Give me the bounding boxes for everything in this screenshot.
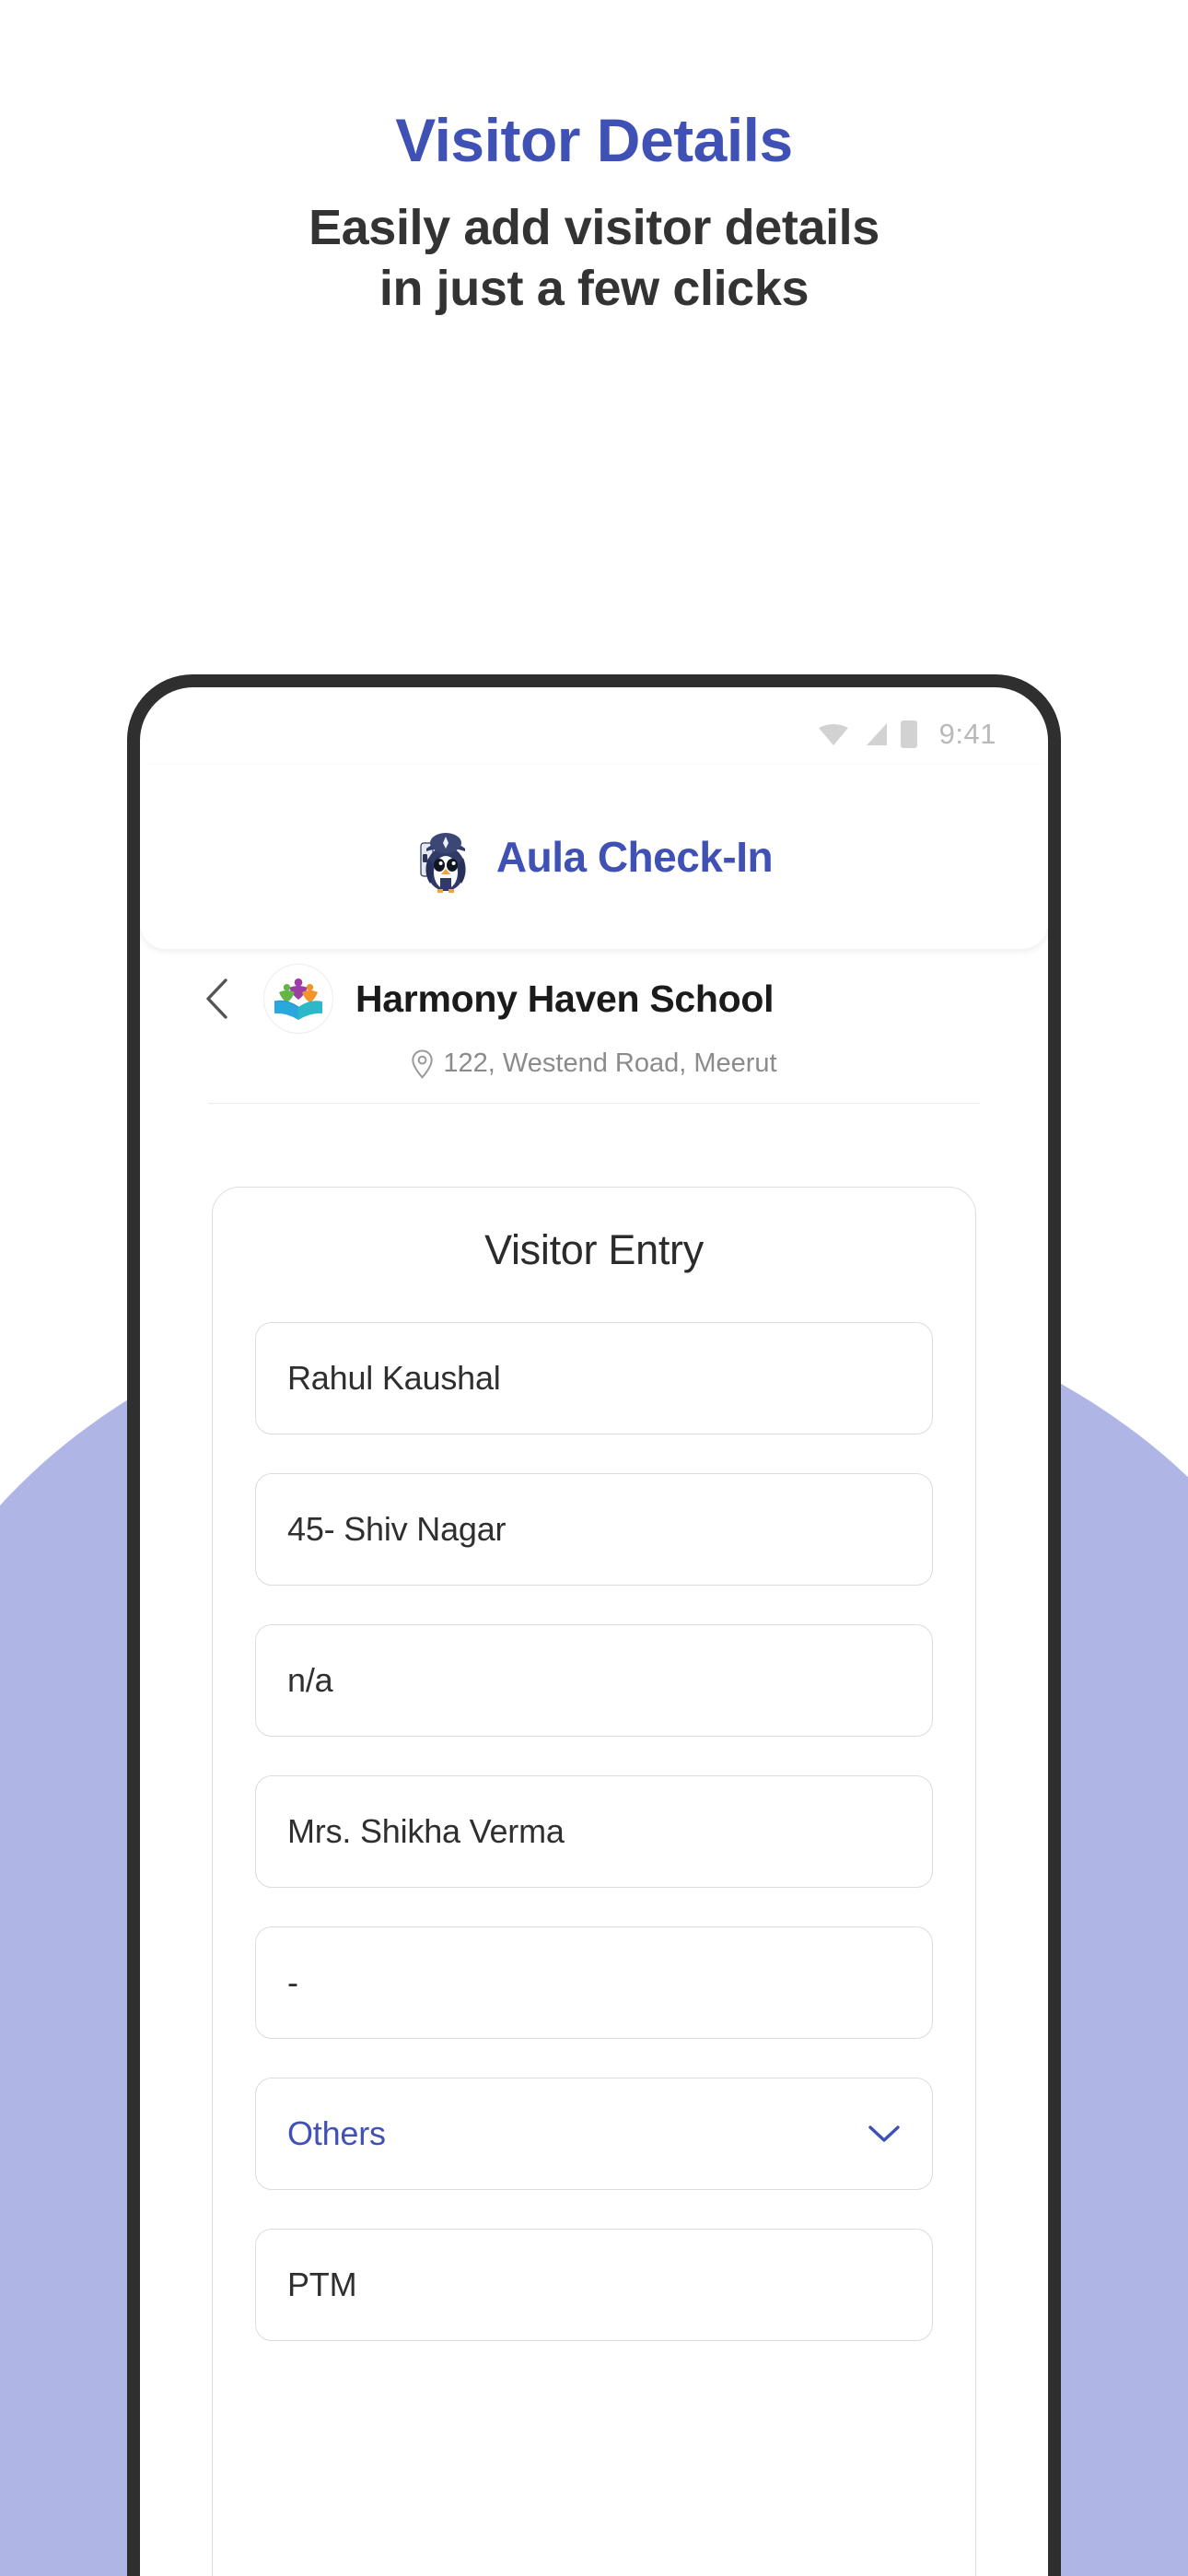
school-book-people-logo-icon: [274, 978, 322, 1020]
visitor-name-field[interactable]: Rahul Kaushal: [255, 1322, 933, 1434]
app-name: Aula Check-In: [495, 833, 774, 881]
whom-to-meet-field[interactable]: Mrs. Shikha Verma: [255, 1775, 933, 1888]
battery-icon: [900, 720, 917, 748]
student-name-field[interactable]: -: [255, 1926, 933, 2039]
status-bar-time: 9:41: [938, 718, 996, 750]
phone-screen: 9:41 Aula Check-In Harmony Haven School …: [140, 687, 1048, 2576]
school-logo: [263, 964, 333, 1034]
app-bar: Aula Check-In: [140, 765, 1048, 949]
whom-to-meet-value: Mrs. Shikha Verma: [287, 1812, 565, 1850]
aula-penguin-guard-logo-icon: [420, 833, 466, 893]
school-header: Harmony Haven School 122, Westend Road, …: [140, 964, 1048, 1128]
chevron-down-icon: [868, 2125, 900, 2142]
student-name-value: -: [287, 1963, 298, 2001]
visitor-name-value: Rahul Kaushal: [287, 1359, 501, 1397]
school-address: 122, Westend Road, Meerut: [177, 1048, 1011, 1079]
page-subtitle: Easily add visitor details in just a few…: [0, 198, 1188, 320]
purpose-detail-value: PTM: [287, 2266, 357, 2303]
screenshot-root: Visitor Details Easily add visitor detai…: [0, 0, 1188, 2576]
visitor-address-field[interactable]: 45- Shiv Nagar: [255, 1473, 933, 1586]
page-subtitle-line-1: Easily add visitor details: [309, 200, 879, 255]
visitor-address-value: 45- Shiv Nagar: [287, 1510, 507, 1548]
school-header-divider: [208, 1103, 980, 1104]
purpose-type-value: Others: [287, 2114, 386, 2152]
vehicle-number-field[interactable]: n/a: [255, 1624, 933, 1737]
purpose-detail-field[interactable]: PTM: [255, 2229, 933, 2341]
page-title: Visitor Details: [395, 106, 793, 174]
vehicle-number-value: n/a: [287, 1661, 333, 1699]
back-button[interactable]: [193, 975, 241, 1023]
map-pin-icon: [412, 1048, 434, 1079]
visitor-entry-card: Visitor Entry Rahul Kaushal 45- Shiv Nag…: [212, 1187, 976, 2576]
school-name: Harmony Haven School: [355, 977, 775, 1020]
phone-mockup: 9:41 Aula Check-In Harmony Haven School …: [128, 675, 1060, 2576]
wifi-icon: [818, 724, 848, 745]
school-address-text: 122, Westend Road, Meerut: [443, 1048, 777, 1078]
status-bar: 9:41: [140, 687, 1048, 765]
cellular-signal-icon: [866, 723, 887, 745]
page-subtitle-line-2: in just a few clicks: [379, 260, 809, 316]
school-header-main: Harmony Haven School: [177, 964, 1011, 1034]
visitor-entry-title: Visitor Entry: [484, 1226, 704, 1273]
chevron-left-icon: [206, 978, 227, 1019]
purpose-type-select[interactable]: Others: [255, 2078, 933, 2190]
